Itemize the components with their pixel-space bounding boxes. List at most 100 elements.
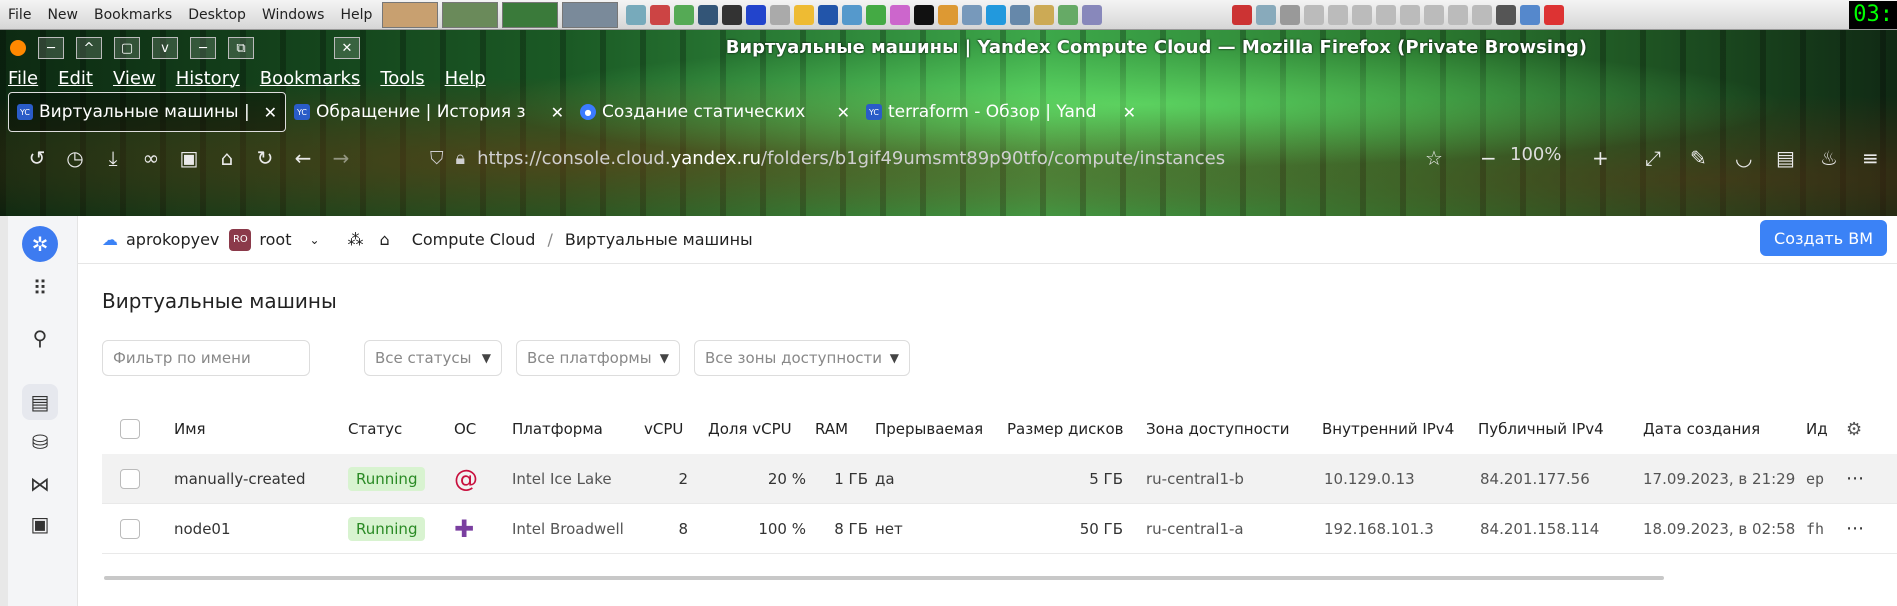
maximize-button[interactable]: ⧉ [228,37,254,59]
col-id[interactable]: Ид [1806,404,1828,454]
tray-app-icon[interactable] [914,4,935,25]
tray-app-icon[interactable] [890,4,911,25]
tray-app-icon[interactable] [818,4,839,25]
tray-app-icon[interactable] [1256,4,1277,25]
window-button[interactable]: ▢ [114,37,140,59]
os-menu-windows[interactable]: Windows [254,7,333,23]
tray-app-icon[interactable] [986,4,1007,25]
workspace-thumb-4[interactable] [562,1,619,28]
tray-app-icon[interactable] [1280,4,1301,25]
tray-app-icon[interactable] [1034,4,1055,25]
tray-app-icon[interactable] [1376,4,1397,25]
bookmark-star-icon[interactable]: ☆ [1425,146,1443,170]
tray-app-icon[interactable] [1424,4,1445,25]
zoom-out-icon[interactable]: − [1480,146,1497,170]
col-ram[interactable]: RAM [815,404,848,454]
fullscreen-icon[interactable]: ⤢ [1645,146,1661,170]
home-icon[interactable]: ⌂ [208,146,246,170]
window-button[interactable]: ^ [76,37,102,59]
row-checkbox[interactable] [120,518,140,539]
cloud-logo-icon[interactable]: ✲ [22,226,58,262]
folder-name[interactable]: root [259,230,291,249]
extension-icon[interactable]: ▣ [170,146,208,170]
minimize-button[interactable]: ─ [190,37,216,59]
tray-app-icon[interactable] [842,4,863,25]
workspace-thumb-1[interactable] [382,1,439,28]
tray-app-icon[interactable] [770,4,791,25]
wrench-icon[interactable]: ✎ [1690,146,1707,170]
network-icon[interactable]: ⋈ [22,466,58,502]
chevron-down-icon[interactable]: ⌄ [309,233,319,247]
tab-virtual-machines[interactable]: YC Виртуальные машины | ✕ [8,92,286,132]
tray-app-icon[interactable] [1472,4,1493,25]
col-name[interactable]: Имя [174,404,206,454]
tray-app-icon[interactable] [1400,4,1421,25]
breadcrumb-compute-cloud[interactable]: Compute Cloud [412,230,536,249]
url-bar[interactable]: ⛉ 🔒︎ https://console.cloud. yandex.ru/fol… [430,140,1430,176]
col-created[interactable]: Дата создания [1643,404,1760,454]
tray-app-icon[interactable] [1352,4,1373,25]
home-icon[interactable]: ⌂ [380,230,390,249]
vm-name[interactable]: manually-created [174,454,306,503]
tray-app-icon[interactable] [1520,4,1541,25]
tray-app-icon[interactable] [1304,4,1325,25]
col-status[interactable]: Статус [348,404,402,454]
reload-icon[interactable]: ↻ [246,146,284,170]
service-hub-icon[interactable]: ⁂ [348,230,364,249]
close-tab-icon[interactable]: ✕ [837,103,850,122]
os-menu-file[interactable]: File [0,7,39,23]
col-internal-ipv4[interactable]: Внутренний IPv4 [1322,404,1454,454]
menu-history[interactable]: History [176,68,240,89]
vm-name[interactable]: node01 [174,504,231,553]
name-filter-input[interactable]: Фильтр по имени [102,340,310,376]
row-checkbox[interactable] [120,468,140,489]
close-window-button[interactable]: ✕ [334,37,360,59]
col-preemptible[interactable]: Прерываемая [875,404,983,454]
workspace-thumb-3[interactable] [502,1,559,28]
menu-view[interactable]: View [113,68,156,89]
tray-app-icon[interactable] [1448,4,1469,25]
forward-icon[interactable]: → [322,146,360,170]
tab-static-create[interactable]: ● Создание статических ✕ [572,92,858,132]
col-zone[interactable]: Зона доступности [1146,404,1290,454]
services-grid-icon[interactable]: ⠿ [22,270,58,306]
disks-icon[interactable]: ⛁ [22,424,58,460]
pocket-icon[interactable]: ◡ [1735,146,1752,170]
back-icon[interactable]: ← [284,146,322,170]
zoom-level[interactable]: 100% [1510,144,1561,165]
window-button[interactable]: ─ [38,37,64,59]
menu-help[interactable]: Help [445,68,486,89]
account-name[interactable]: aprokopyev [126,230,219,249]
close-tab-icon[interactable]: ✕ [551,103,564,122]
menu-icon[interactable]: ≡ [1862,146,1879,170]
tray-app-icon[interactable] [626,4,647,25]
status-filter-select[interactable]: Все статусы ▼ [364,340,502,376]
tray-app-icon[interactable] [1010,4,1031,25]
table-settings-gear-icon[interactable]: ⚙ [1846,404,1862,454]
select-all-checkbox[interactable] [120,419,140,439]
search-icon[interactable]: ⚲ [22,320,58,356]
tray-app-icon[interactable] [866,4,887,25]
col-platform[interactable]: Платформа [512,404,603,454]
create-vm-button[interactable]: Создать ВМ [1760,220,1887,256]
col-vcpu-share[interactable]: Доля vCPU [708,404,792,454]
col-os[interactable]: ОС [454,404,476,454]
tab-support[interactable]: YC Обращение | История з ✕ [286,92,572,132]
shield-icon[interactable]: ⛉ [430,148,444,169]
col-disk-size[interactable]: Размер дисков [1007,404,1124,454]
close-tab-icon[interactable]: ✕ [264,103,277,122]
workspace-thumb-2[interactable] [442,1,499,28]
table-row[interactable]: node01 Running ✚ Intel Broadwell 8 100 %… [102,504,1897,554]
clock-icon[interactable]: ◷ [56,146,94,170]
instances-icon[interactable]: ▤ [22,384,58,420]
download-icon[interactable]: ⤓ [94,146,132,170]
os-menu-desktop[interactable]: Desktop [180,7,254,23]
tray-app-icon[interactable] [962,4,983,25]
menu-tools[interactable]: Tools [380,68,424,89]
window-button[interactable]: v [152,37,178,59]
os-menu-help[interactable]: Help [332,7,380,23]
tray-app-icon[interactable] [1496,4,1517,25]
table-row[interactable]: manually-created Running @ Intel Ice Lak… [102,454,1897,504]
tray-app-icon[interactable] [1082,4,1103,25]
menu-file[interactable]: File [8,68,38,89]
